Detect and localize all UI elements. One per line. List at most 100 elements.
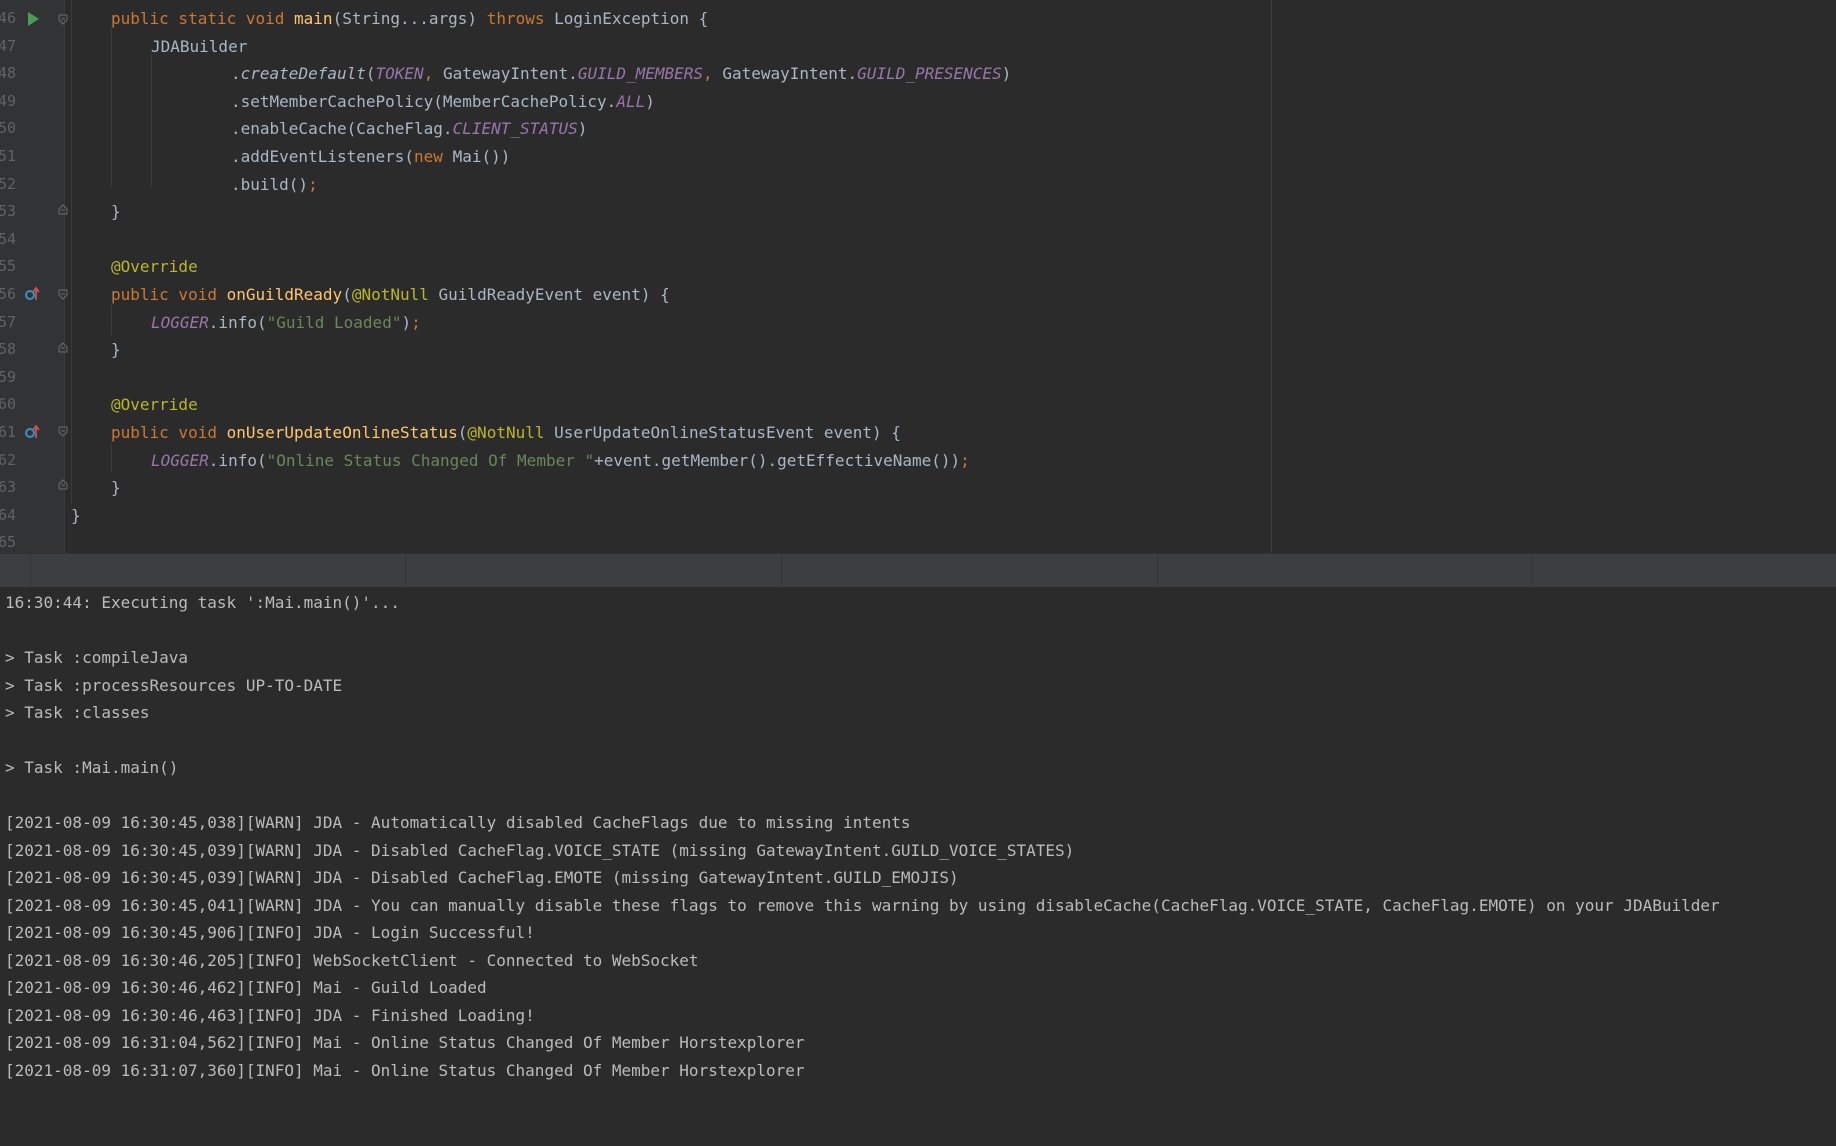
code-token: TOKEN <box>375 64 424 84</box>
code-line[interactable]: 61 public void onUserUpdateOnlineStatus(@… <box>0 419 1836 446</box>
code-token: @Override <box>111 257 198 277</box>
code-token: new <box>414 147 453 166</box>
code-token: "Guild Loaded" <box>266 312 402 332</box>
code-line[interactable]: 60 @Override <box>0 391 1836 418</box>
fold-open-icon[interactable] <box>58 14 68 25</box>
code-token: } <box>111 478 121 498</box>
code-token: onUserUpdateOnlineStatus <box>226 423 458 442</box>
code-token: +event.getMember().getEffectiveName()) <box>594 450 961 470</box>
code-line[interactable]: 50 .enableCache(CacheFlag.CLIENT_STATUS) <box>0 115 1836 142</box>
code-text: @Override <box>111 391 198 418</box>
splitter-segment <box>1531 554 1532 588</box>
fold-close-icon[interactable] <box>58 342 68 353</box>
console-line: [2021-08-09 16:30:46,205][INFO] WebSocke… <box>5 950 699 970</box>
code-token: , <box>703 64 723 84</box>
code-text: } <box>111 198 121 225</box>
code-token: .build() <box>231 174 309 194</box>
line-number: 59 <box>0 367 16 386</box>
code-token: ( <box>365 64 376 84</box>
code-token: @Override <box>111 395 198 415</box>
panel-splitter[interactable] <box>0 553 1836 589</box>
code-token: GUILD_MEMBERS <box>577 64 704 84</box>
code-token: ) <box>645 91 655 111</box>
code-line[interactable]: 57 LOGGER.info("Guild Loaded"); <box>0 309 1836 336</box>
code-line[interactable]: 47 JDABuilder <box>0 33 1836 60</box>
code-token: .info( <box>208 450 267 470</box>
line-number: 49 <box>0 91 16 110</box>
fold-close-icon[interactable] <box>58 204 68 215</box>
code-line[interactable]: 63} <box>0 474 1836 501</box>
line-number: 63 <box>0 478 16 497</box>
override-icon[interactable] <box>24 424 40 440</box>
splitter-segment <box>30 554 31 588</box>
console-line: > Task :Mai.main() <box>5 758 179 777</box>
code-line[interactable]: 46 public static void main(String...args)… <box>0 5 1836 32</box>
code-token: public static void <box>111 9 295 28</box>
fold-open-icon[interactable] <box>58 289 68 300</box>
code-token: "Online Status Changed Of Member " <box>266 450 595 470</box>
code-token: } <box>111 340 121 360</box>
code-line[interactable]: 51 .addEventListeners(new Mai()) <box>0 143 1836 170</box>
console-line: > Task :classes <box>5 703 150 722</box>
code-text: public void onGuildReady(@NotNull GuildR… <box>111 281 670 308</box>
code-token: public void <box>111 423 227 442</box>
code-line[interactable]: 49 .setMemberCachePolicy(MemberCachePolic… <box>0 88 1836 115</box>
console-line: > Task :compileJava <box>5 648 189 667</box>
line-number: 64 <box>0 505 16 524</box>
code-token: ; <box>308 174 318 194</box>
console-line: > Task :processResources UP-TO-DATE <box>5 675 343 695</box>
run-icon[interactable] <box>28 12 39 26</box>
fold-open-icon[interactable] <box>58 426 68 437</box>
code-line[interactable]: 53} <box>0 198 1836 225</box>
code-token: .addEventListeners( <box>231 147 415 166</box>
code-line[interactable]: 58} <box>0 336 1836 363</box>
console-line: [2021-08-09 16:31:04,562][INFO] Mai - On… <box>5 1033 805 1052</box>
code-token: ( <box>457 423 468 442</box>
code-text: @Override <box>111 253 198 280</box>
code-token: ; <box>960 450 970 470</box>
code-text: public void onUserUpdateOnlineStatus(@No… <box>111 419 901 446</box>
code-line[interactable]: 65 <box>0 529 1836 553</box>
console-line: [2021-08-09 16:30:45,906][INFO] JDA - Lo… <box>5 923 535 942</box>
code-line[interactable]: 54 <box>0 226 1836 253</box>
code-text: } <box>71 502 81 529</box>
code-line[interactable]: 56 public void onGuildReady(@NotNull Guil… <box>0 281 1836 308</box>
line-number: 53 <box>0 202 16 221</box>
console-line: [2021-08-09 16:30:45,038][WARN] JDA - Au… <box>5 813 911 832</box>
code-token: LoginException { <box>554 9 709 28</box>
code-line[interactable]: 62 LOGGER.info("Online Status Changed Of … <box>0 447 1836 474</box>
code-token: } <box>111 202 121 222</box>
code-text: LOGGER.info("Online Status Changed Of Me… <box>151 447 970 474</box>
code-token: throws <box>486 9 555 28</box>
code-token: ALL <box>616 91 646 111</box>
code-token: Mai()) <box>452 147 511 166</box>
code-line[interactable]: 52 .build(); <box>0 171 1836 198</box>
code-editor[interactable]: 46 public static void main(String...args)… <box>0 0 1836 553</box>
code-line[interactable]: 59 <box>0 364 1836 391</box>
code-token: ) <box>1001 64 1012 84</box>
run-console[interactable]: 16:30:44: Executing task ':Mai.main()'..… <box>0 587 1836 1146</box>
code-text: .build(); <box>231 171 318 198</box>
code-token: .enableCache(CacheFlag. <box>231 119 453 139</box>
splitter-segment <box>1157 554 1158 588</box>
code-line[interactable]: 64} <box>0 502 1836 529</box>
code-token: (String...args) <box>332 9 487 28</box>
code-token: ) <box>401 312 412 332</box>
code-token: LOGGER <box>151 312 209 332</box>
line-number: 47 <box>0 36 16 55</box>
code-line[interactable]: 55 @Override <box>0 253 1836 280</box>
override-icon[interactable] <box>24 286 40 302</box>
code-token: } <box>71 505 81 525</box>
code-token: CLIENT_STATUS <box>452 119 578 139</box>
fold-close-icon[interactable] <box>58 479 68 490</box>
code-text: .addEventListeners(new Mai()) <box>231 143 510 170</box>
code-text: JDABuilder <box>151 33 247 60</box>
console-line: [2021-08-09 16:30:46,462][INFO] Mai - Gu… <box>5 978 487 997</box>
console-line: [2021-08-09 16:30:46,463][INFO] JDA - Fi… <box>5 1005 535 1025</box>
code-token: .info( <box>208 312 267 332</box>
code-token: ; <box>411 312 421 332</box>
line-number: 52 <box>0 174 16 193</box>
code-line[interactable]: 48 .createDefault(TOKEN, GatewayIntent.GU… <box>0 60 1836 87</box>
line-number: 57 <box>0 312 16 331</box>
line-number: 51 <box>0 147 16 165</box>
